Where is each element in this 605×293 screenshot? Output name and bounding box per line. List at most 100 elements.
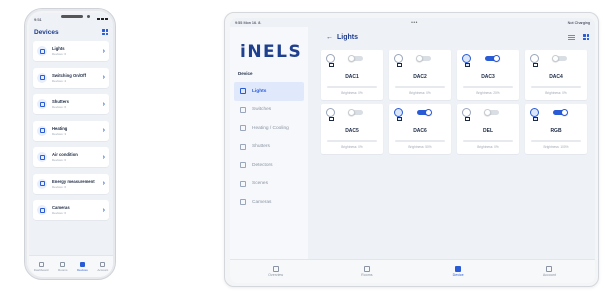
- sidebar-item-shutters[interactable]: Shutters: [234, 138, 304, 157]
- light-toggle[interactable]: [484, 109, 499, 116]
- sidebar-item-detectors[interactable]: Detectors: [234, 156, 304, 175]
- light-card[interactable]: DAC6 Brightness: 50%: [389, 104, 451, 154]
- light-card[interactable]: RGB Brightness: 100%: [525, 104, 587, 154]
- nav-device[interactable]: Device: [423, 265, 493, 277]
- sidebar-item-switches[interactable]: Switches: [234, 101, 304, 120]
- list-view-icon[interactable]: [568, 34, 575, 40]
- list-item-energy[interactable]: Energy measurement Devices: 6 ›: [33, 173, 109, 194]
- brightness-bar[interactable]: [327, 140, 377, 142]
- toggle-knob: [348, 109, 355, 116]
- page-title: Devices: [34, 28, 59, 36]
- brightness-label: Brightness: 20%: [476, 91, 500, 95]
- nav-rooms[interactable]: Rooms: [58, 261, 68, 272]
- nav-account[interactable]: Account: [97, 261, 109, 272]
- brightness-bar[interactable]: [531, 86, 581, 88]
- chevron-right-icon: ›: [102, 206, 105, 214]
- nav-label: Account: [542, 273, 556, 278]
- chevron-right-icon: ›: [102, 153, 105, 161]
- back-arrow-icon[interactable]: ←: [326, 34, 333, 41]
- nav-dashboard[interactable]: Dashboard: [34, 261, 48, 272]
- header-tools: [568, 34, 589, 40]
- toggle-knob: [348, 55, 355, 62]
- nav-overview[interactable]: Overview: [241, 265, 311, 277]
- list-item-shutters[interactable]: Shutters Devices: 6 ›: [33, 94, 109, 114]
- list-item-label: Air condition: [52, 152, 78, 157]
- sidebar-heading: Device: [238, 71, 253, 76]
- bulb-icon: [530, 108, 539, 121]
- scenes-icon: [240, 180, 246, 187]
- light-toggle[interactable]: [416, 55, 431, 62]
- brightness-bar[interactable]: [463, 140, 513, 142]
- chevron-right-icon: ›: [102, 127, 105, 134]
- list-item-count: Devices: 6: [52, 184, 67, 189]
- energy-meter-icon: [37, 178, 47, 189]
- chevron-right-icon: ›: [102, 74, 105, 81]
- power-icon: [240, 106, 246, 113]
- sidebar-item-scenes[interactable]: Scenes: [234, 175, 304, 194]
- light-toggle[interactable]: [348, 109, 363, 116]
- grid-view-icon[interactable]: [102, 29, 108, 35]
- sidebar-item-cameras[interactable]: Cameras: [234, 193, 304, 212]
- nav-label: Account: [97, 267, 109, 272]
- chevron-right-icon: ›: [102, 47, 105, 55]
- brightness-bar[interactable]: [395, 86, 445, 88]
- list-item-cameras[interactable]: Cameras Devices: 6 ›: [33, 200, 109, 220]
- brightness-bar[interactable]: [327, 86, 377, 88]
- phone-bottom-nav: Dashboard Rooms Devices Account: [29, 255, 113, 277]
- list-item-count: Devices: 6: [52, 211, 67, 215]
- light-card[interactable]: DAC5 Brightness: 0%: [321, 104, 383, 154]
- account-icon: [100, 261, 106, 267]
- toggle-knob: [561, 109, 568, 116]
- nav-devices[interactable]: Devices: [77, 261, 88, 272]
- bulb-icon: [462, 108, 471, 121]
- brightness-label: Brightness: 0%: [341, 91, 363, 95]
- phone-screen: 9:51 Devices Lights Devices: 6 › Switchi…: [29, 13, 113, 277]
- nav-rooms[interactable]: Rooms: [332, 265, 402, 278]
- sidebar-item-heating-cooling[interactable]: Heating / Cooling: [234, 119, 304, 138]
- light-name: DAC6: [413, 128, 427, 134]
- chevron-right-icon: ›: [102, 100, 105, 108]
- signal-icon: [97, 18, 108, 20]
- light-toggle[interactable]: [485, 55, 500, 62]
- heating-icon: [240, 125, 246, 132]
- brightness-bar[interactable]: [531, 140, 581, 142]
- brightness-bar[interactable]: [463, 86, 513, 88]
- bulb-icon: [394, 54, 403, 67]
- brand-logo: iNELS: [240, 42, 303, 62]
- sidebar-item-lights[interactable]: Lights: [234, 82, 304, 101]
- sidebar: iNELS Device Lights Switches Heating / C…: [230, 27, 308, 259]
- list-item-label: Heating: [52, 125, 68, 131]
- light-toggle[interactable]: [552, 55, 567, 62]
- sidebar-item-label: Lights: [252, 88, 267, 94]
- list-item-heating[interactable]: Heating Devices: 3 ›: [33, 120, 109, 141]
- light-card[interactable]: DAC3 Brightness: 20%: [457, 50, 519, 100]
- heating-icon: [37, 125, 47, 136]
- brightness-label: Brightness: 0%: [409, 91, 431, 95]
- page-title: ← Lights: [326, 34, 358, 41]
- sidebar-item-label: Heating / Cooling: [252, 125, 289, 131]
- phone-device: 9:51 Devices Lights Devices: 6 › Switchi…: [24, 8, 116, 280]
- light-card[interactable]: DAC1 Brightness: 0%: [321, 50, 383, 100]
- brightness-bar[interactable]: [395, 140, 445, 142]
- nav-label: Rooms: [361, 273, 373, 278]
- light-card[interactable]: DEL Brightness: 0%: [457, 104, 519, 154]
- light-toggle[interactable]: [348, 55, 363, 62]
- list-item-label: Energy measurement: [52, 178, 95, 184]
- nav-label: Rooms: [58, 267, 68, 272]
- nav-account[interactable]: Account: [514, 265, 584, 278]
- light-card[interactable]: DAC2 Brightness: 0%: [389, 50, 451, 100]
- tablet-device: 9:55 Mon 16. 8. ••• Not Charging iNELS D…: [224, 12, 599, 287]
- light-card[interactable]: DAC4 Brightness: 0%: [525, 50, 587, 100]
- list-item-switching[interactable]: Switching On/Off Devices: 4 ›: [33, 67, 109, 88]
- light-toggle[interactable]: [553, 109, 568, 116]
- list-item-lights[interactable]: Lights Devices: 6 ›: [33, 41, 109, 61]
- list-item-air-condition[interactable]: Air condition Devices: 6 ›: [33, 147, 109, 167]
- bulb-icon: [326, 54, 335, 67]
- bulb-icon: [530, 54, 539, 67]
- grid-view-icon[interactable]: [583, 34, 589, 40]
- list-item-count: Devices: 4: [52, 78, 67, 83]
- list-item-count: Devices: 6: [52, 158, 67, 162]
- light-toggle[interactable]: [417, 109, 432, 116]
- brightness-label: Brightness: 0%: [341, 145, 363, 149]
- shutter-icon: [240, 143, 246, 150]
